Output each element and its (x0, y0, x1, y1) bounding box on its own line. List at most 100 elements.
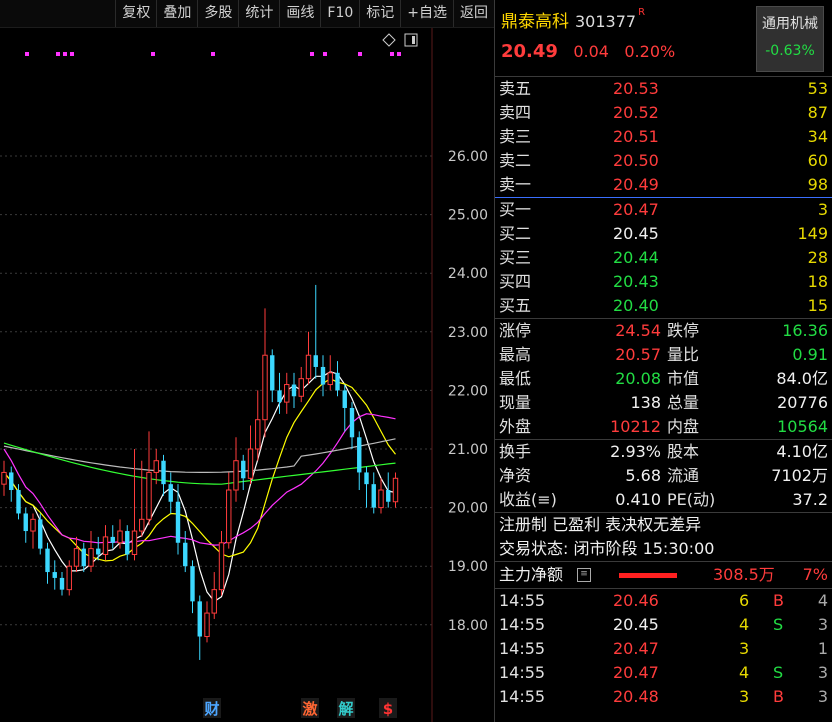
candle-body (277, 390, 282, 403)
stat-value: 20.57 (615, 345, 661, 364)
stat-value: 138 (630, 393, 661, 412)
stat-label: 量比 (667, 345, 700, 364)
kline-chart[interactable]: 26.00 25.00 24.00 23.00 22.00 21.00 20.00 19.00… (0, 28, 494, 722)
toolbar-button-restore-rights[interactable]: 复权 (115, 0, 156, 27)
candle-body (392, 477, 399, 503)
stat-label: 总量 (667, 393, 700, 412)
signal-dot (63, 52, 67, 56)
stat-value: 7102万 (771, 466, 828, 485)
tick-time: 14:55 (499, 639, 546, 658)
toolbar-button-statistics[interactable]: 统计 (238, 0, 279, 27)
order-volume: 149 (797, 224, 828, 243)
order-volume: 15 (807, 296, 828, 315)
tick-volume: 6 (739, 591, 750, 610)
order-price: 20.44 (613, 248, 659, 267)
candle-body (1, 471, 7, 485)
signal-dot (211, 52, 215, 56)
toolbar-button-overlay[interactable]: 叠加 (156, 0, 197, 27)
order-volume: 53 (807, 79, 828, 98)
candle-body (110, 536, 115, 543)
candle-body (30, 518, 36, 532)
candle-body (168, 484, 173, 502)
buy-row[interactable]: 买四 20.43 18 (495, 270, 832, 294)
tick-side: S (773, 615, 784, 634)
price-stats: 涨停 24.54 跌停 16.36 最高 20.57 量比 0.91 最低 20.08 市值 84.0… (495, 319, 832, 440)
buy-row[interactable]: 买二 20.45 149 (495, 222, 832, 246)
tick-list[interactable]: 14:55 20.46 6 B 4 14:55 20.45 4 S 3 14:55 20.47 3 1 14… (495, 589, 832, 709)
tick-volume: 3 (739, 639, 750, 658)
main-net-flow: 主力净额 ≡ 308.5万 7% (495, 562, 832, 589)
stat-label: 换手 (499, 442, 532, 461)
sell-row[interactable]: 卖一 20.49 98 (495, 173, 832, 197)
tick-side: S (773, 663, 784, 682)
y-axis-label: 23.00 (448, 325, 488, 341)
sell-row[interactable]: 卖二 20.50 60 (495, 149, 832, 173)
stat-value: 20776 (777, 393, 828, 412)
sell-row[interactable]: 卖三 20.51 34 (495, 125, 832, 149)
tick-volume: 3 (739, 687, 750, 706)
sell-row[interactable]: 卖四 20.52 87 (495, 101, 832, 125)
event-marker-3[interactable]: $ (383, 700, 393, 718)
tick-time: 14:55 (499, 615, 546, 634)
stat-value: 10212 (610, 417, 661, 436)
chart-toolbar: 复权 叠加 多股 统计 画线 F10 标记 +自选 返回 (0, 0, 494, 28)
stat-label: PE(动) (667, 490, 716, 509)
stat-row: 收益(≡) 0.410 PE(动) 37.2 (495, 488, 832, 512)
candle-body (349, 407, 355, 438)
diamond-icon[interactable] (382, 33, 396, 47)
candle-body (45, 548, 50, 573)
order-volume: 87 (807, 103, 828, 122)
buy-row[interactable]: 买五 20.40 15 (495, 294, 832, 318)
y-axis-label: 26.00 (448, 149, 488, 165)
order-price: 20.53 (613, 79, 659, 98)
candle-body (320, 366, 326, 385)
event-marker-1[interactable]: 激 (302, 700, 318, 718)
panel-toggle-icon[interactable] (404, 33, 418, 47)
candle-body (73, 548, 80, 567)
toolbar-button-add-watchlist[interactable]: +自选 (400, 0, 453, 27)
candle-body (313, 355, 318, 367)
candle-body (81, 548, 86, 567)
toolbar-button-mark[interactable]: 标记 (359, 0, 400, 27)
tick-time: 14:55 (499, 663, 546, 682)
toolbar-button-f10[interactable]: F10 (320, 0, 359, 27)
buy-row[interactable]: 买一 20.47 3 (495, 198, 832, 222)
candle-body (23, 513, 28, 532)
toolbar-button-back[interactable]: 返回 (453, 0, 494, 27)
candle-body (247, 448, 254, 479)
stock-name-text: 鼎泰高科 (501, 12, 569, 32)
sector-badge[interactable]: 通用机械 -0.63% (756, 6, 824, 72)
sector-name: 通用机械 (762, 16, 818, 32)
event-marker-2[interactable]: 解 (338, 700, 353, 718)
stat-label: 涨停 (499, 321, 532, 340)
toolbar-button-multi-stock[interactable]: 多股 (197, 0, 238, 27)
candle-body (226, 489, 232, 544)
candle-body (218, 542, 225, 591)
list-icon[interactable]: ≡ (577, 568, 591, 582)
buy-row[interactable]: 买三 20.44 28 (495, 246, 832, 270)
candle-body (146, 471, 152, 520)
toolbar-button-draw-line[interactable]: 画线 (279, 0, 320, 27)
signal-dot (70, 52, 74, 56)
listing-info: 注册制 已盈利 表决权无差异 (499, 515, 702, 534)
order-label: 卖三 (499, 127, 532, 146)
stat-row: 现量 138 总量 20776 (495, 391, 832, 415)
candle-body (96, 548, 101, 555)
sell-row[interactable]: 卖五 20.53 53 (495, 77, 832, 101)
tick-side: B (773, 687, 784, 706)
stock-name: 鼎泰高科 301377 R (501, 7, 645, 32)
stat-label: 跌停 (667, 321, 700, 340)
candle-body (204, 612, 210, 638)
tick-count: 4 (817, 591, 828, 610)
stat-label: 最高 (499, 345, 532, 364)
quote-panel: 鼎泰高科 301377 R 20.49 0.04 0.20% 通用机械 -0.63%… (494, 0, 832, 722)
tick-side: B (773, 591, 784, 610)
candle-body (52, 572, 57, 578)
trading-status: 交易状态: 闭市阶段 15:30:00 (499, 539, 715, 558)
price-change-pct: 0.20% (624, 42, 676, 61)
flow-amount: 308.5万 (713, 565, 775, 584)
signal-dot (56, 52, 60, 56)
sell-orders: 卖五 20.53 53 卖四 20.52 87 卖三 20.51 34 卖二 20.50 60 卖一 20… (495, 77, 832, 198)
event-marker-0[interactable]: 财 (204, 700, 219, 718)
candle-body (161, 460, 166, 485)
